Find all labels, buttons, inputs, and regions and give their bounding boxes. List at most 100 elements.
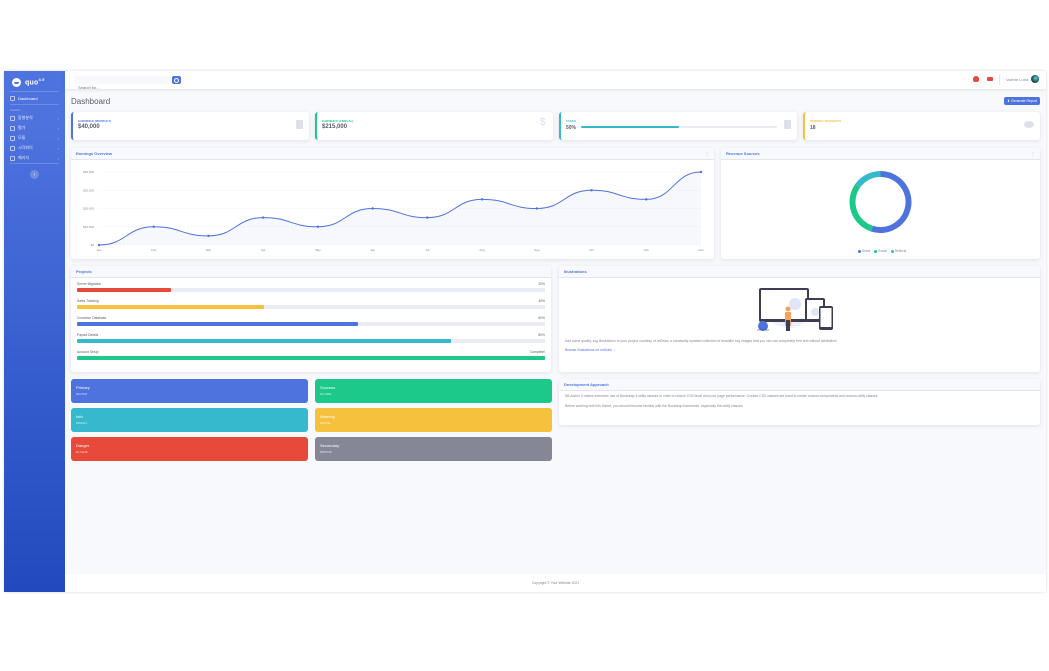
app-window: quo4.5 Dashboard CHART 동향분석 › 평가 › 모듈 › … (4, 71, 1046, 592)
sidebar-toggle-button[interactable]: ‹ (30, 170, 39, 179)
color-card-title: Info (76, 414, 83, 419)
card-header: Projects (71, 266, 551, 278)
dashboard-icon (10, 95, 15, 101)
project-progress-bar (77, 288, 545, 292)
sidebar-item-dashboard[interactable]: Dashboard (4, 92, 65, 104)
sidebar-heading: CHART (10, 108, 21, 112)
sidebar-item-label: 패키지 (18, 155, 30, 160)
folder-icon (10, 115, 15, 121)
sidebar-item-package[interactable]: 패키지 › (4, 153, 65, 163)
data-point (590, 189, 593, 192)
legend-swatch-referral (890, 249, 894, 253)
y-tick-label: $10,000 (83, 225, 94, 229)
topbar: Valerie Luna (65, 71, 1046, 92)
chevron-right-icon: › (57, 115, 59, 121)
sidebar-brand[interactable]: quo4.5 (4, 71, 65, 91)
user-name[interactable]: Valerie Luna (1006, 77, 1028, 82)
approach-paragraph-2: Before working with this theme, you shou… (565, 404, 744, 408)
project-name: Sales Tracking (77, 299, 99, 303)
card-title: Development Approach (564, 382, 609, 387)
legend-label-social: Social (878, 249, 887, 253)
sidebar-item-evaluation[interactable]: 평가 › (4, 123, 65, 133)
folder-icon (10, 155, 15, 161)
x-tick-label: Jul (425, 248, 429, 252)
sidebar-item-label: 동향분석 (18, 115, 33, 120)
color-card-info: Info #36b9cc (71, 408, 308, 432)
stat-card-tasks: Tasks 50% (559, 112, 797, 140)
y-tick-label: $0 (91, 243, 95, 247)
envelope-icon[interactable] (987, 77, 993, 81)
search-button[interactable] (172, 76, 181, 84)
color-card-hex: #e74a3b (76, 450, 88, 454)
legend-label-referral: Referral (894, 249, 907, 253)
sidebar-item-trend[interactable]: 동향분석 › (4, 113, 65, 123)
donut-slice-referral[interactable] (855, 171, 881, 188)
stat-card-earnings-annual: Earnings (Annual) $215,000 $ (315, 112, 553, 140)
project-progress-fill (77, 322, 358, 326)
project-name: Account Setup (77, 350, 99, 354)
x-tick-label: Dec (698, 248, 704, 252)
color-card-hex: #4e73df (76, 392, 87, 396)
color-card-hex: #f6c23e (320, 421, 331, 425)
illustrations-card: Illustrations Add some quality, svg illu… (559, 266, 1040, 372)
color-card-danger: Danger #e74a3b (71, 437, 308, 461)
revenue-donut-chart (849, 171, 912, 233)
project-progress-bar (77, 339, 545, 343)
chevron-right-icon: › (57, 145, 59, 151)
project-progress-bar (77, 322, 545, 326)
chevron-right-icon: › (57, 155, 59, 161)
approach-paragraph-1: SB Admin 2 makes extensive use of Bootst… (565, 394, 879, 398)
calendar-icon (296, 120, 303, 129)
x-tick-label: Nov (644, 248, 650, 252)
brand-name: quo4.5 (25, 77, 45, 87)
project-percent: 80% (538, 333, 545, 337)
sidebar-item-visualization[interactable]: 시각화이 › (4, 143, 65, 153)
project-payout-details: Payout Details 80% (77, 333, 545, 343)
chevron-right-icon: › (57, 135, 59, 141)
dollar-icon: $ (540, 117, 546, 128)
x-tick-label: Aug (479, 248, 485, 252)
data-point (261, 216, 265, 219)
data-point (97, 243, 101, 247)
data-point (535, 207, 539, 210)
color-card-hex: #36b9cc (76, 421, 88, 425)
donut-slice-direct[interactable] (870, 171, 912, 233)
donut-slice-social[interactable] (849, 183, 873, 232)
stat-label: Earnings (Annual) (322, 119, 354, 123)
stat-value: 50% (566, 125, 577, 131)
illustrations-text: Add some quality, svg illustrations to y… (565, 339, 837, 343)
bell-icon[interactable] (973, 76, 979, 82)
project-name: Server Migration (77, 282, 102, 286)
y-tick-label: $30,000 (83, 188, 94, 192)
project-progress-fill (77, 288, 171, 292)
avatar[interactable] (1031, 75, 1039, 83)
copyright-text: Copyright © Your Website 2021 (531, 581, 580, 585)
footer: Copyright © Your Website 2021 (65, 574, 1046, 592)
card-header: Earnings Overview ⋮ (71, 148, 714, 160)
x-tick-label: Sep (534, 248, 540, 252)
folder-icon (10, 145, 15, 151)
more-vertical-icon[interactable]: ⋮ (1031, 151, 1035, 156)
folder-icon (10, 125, 15, 131)
browse-illustrations-link[interactable]: Browse Illustrations on unDraw → (565, 348, 616, 352)
stat-value: 18 (810, 125, 816, 131)
data-point (699, 170, 703, 174)
page-title: Dashboard (71, 97, 111, 106)
generate-report-button[interactable]: ⬇ Generate Report (1004, 97, 1040, 105)
more-vertical-icon[interactable]: ⋮ (705, 151, 709, 156)
project-account-setup: Account Setup Complete! (77, 350, 545, 360)
color-card-secondary: Secondary #858796 (315, 437, 552, 461)
x-tick-label: Feb (151, 248, 157, 252)
search-icon (174, 77, 179, 83)
stat-card-pending-requests: Pending Requests 18 (803, 112, 1040, 140)
chevron-right-icon: › (57, 125, 59, 131)
card-header: Illustrations (559, 266, 1040, 278)
y-tick-label: $40,000 (83, 170, 94, 174)
color-card-warning: Warning #f6c23e (315, 408, 552, 432)
project-sales-tracking: Sales Tracking 40% (77, 299, 545, 309)
data-point (426, 216, 429, 219)
project-customer-database: Customer Database 60% (77, 316, 545, 326)
main-content: Dashboard ⬇ Generate Report Earnings (Mo… (65, 89, 1046, 592)
sidebar-item-module[interactable]: 모듈 › (4, 133, 65, 143)
revenue-sources-card: Revenue Sources ⋮ Direct Social Referral (721, 148, 1040, 259)
